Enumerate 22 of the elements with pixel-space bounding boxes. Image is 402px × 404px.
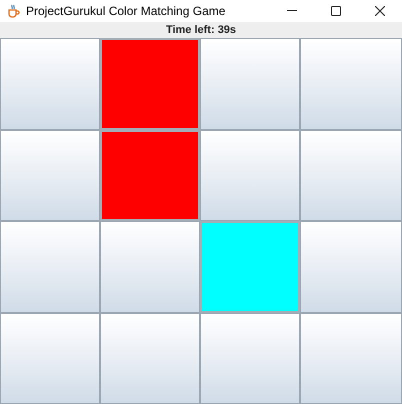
hidden-tile[interactable]	[0, 312, 100, 404]
color-tile[interactable]	[200, 221, 300, 312]
hidden-tile[interactable]	[300, 38, 402, 130]
color-tile[interactable]	[100, 38, 200, 130]
hidden-tile[interactable]	[0, 130, 100, 221]
minimize-icon	[287, 10, 297, 12]
hidden-tile[interactable]	[100, 312, 200, 404]
hidden-tile[interactable]	[0, 38, 100, 130]
app-icon	[6, 4, 20, 18]
timer-label: Time left: 39s	[166, 24, 236, 36]
hidden-tile[interactable]	[300, 130, 402, 221]
hidden-tile[interactable]	[100, 221, 200, 312]
maximize-icon	[331, 6, 341, 16]
hidden-tile[interactable]	[200, 38, 300, 130]
hidden-tile[interactable]	[0, 221, 100, 312]
hidden-tile[interactable]	[200, 312, 300, 404]
window-title: ProjectGurukul Color Matching Game	[26, 4, 226, 18]
hidden-tile[interactable]	[300, 221, 402, 312]
hidden-tile[interactable]	[200, 130, 300, 221]
hidden-tile[interactable]	[300, 312, 402, 404]
close-icon	[375, 6, 385, 16]
color-tile[interactable]	[100, 130, 200, 221]
